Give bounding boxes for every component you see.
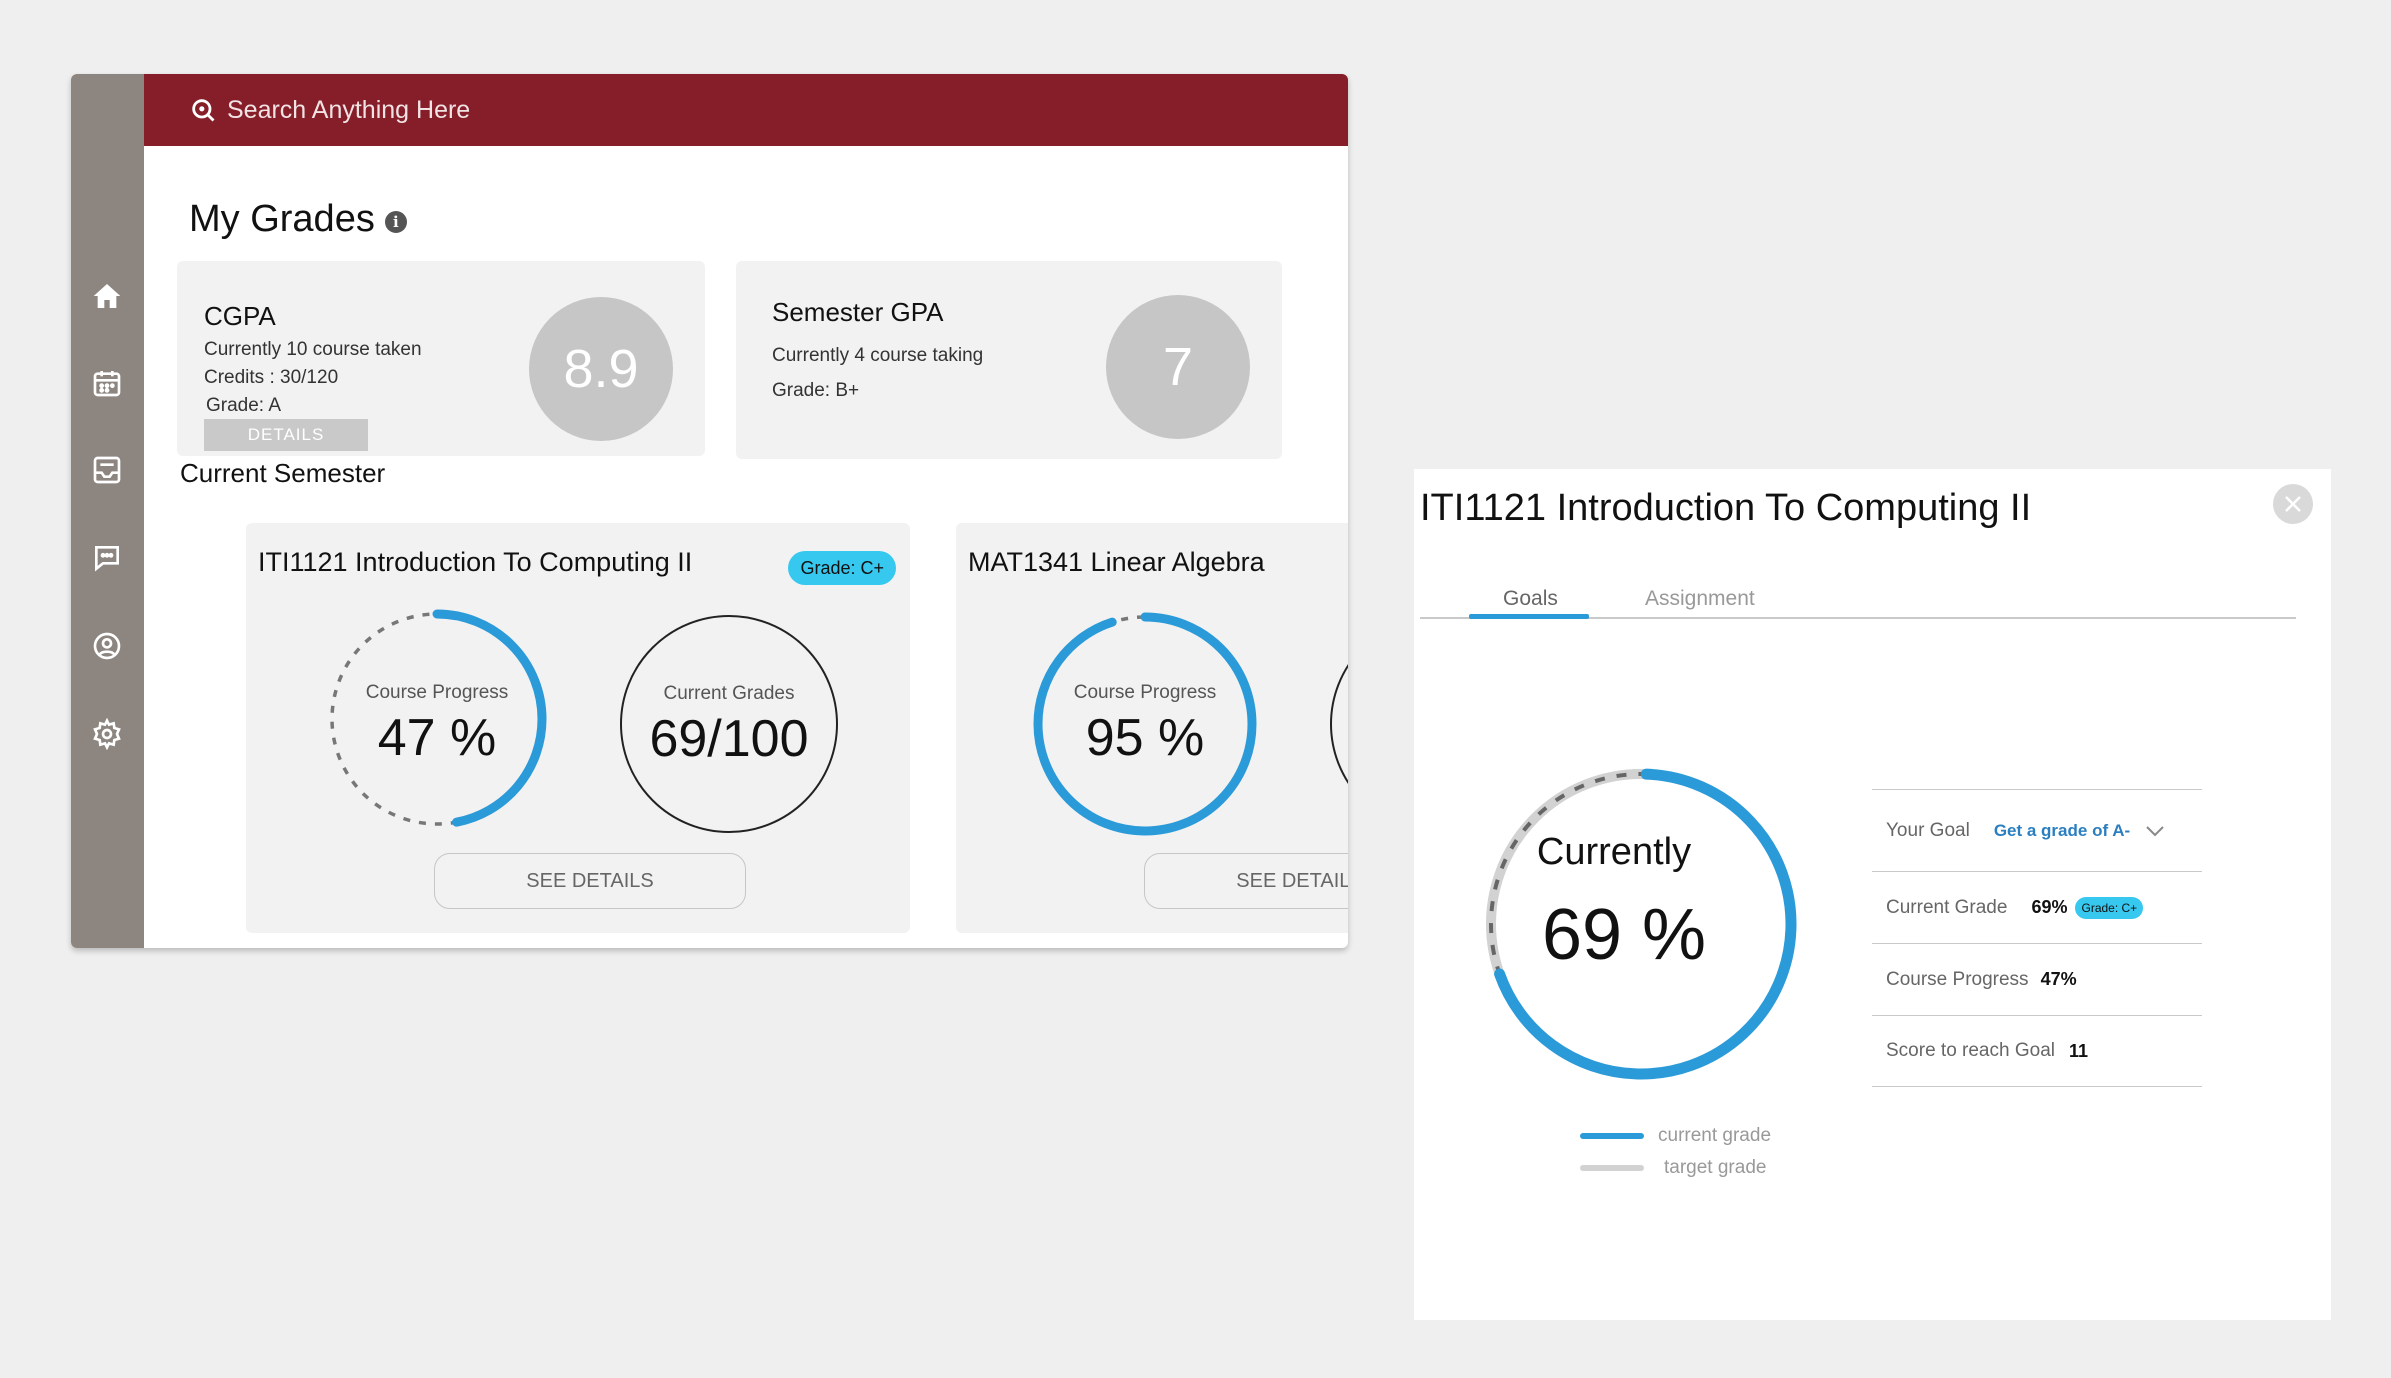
legend-target-label: target grade — [1664, 1157, 1767, 1178]
current-grade-label: Current Grade — [1886, 896, 2008, 918]
ring-label: Currently — [1536, 831, 1692, 873]
search-input[interactable] — [227, 95, 727, 125]
course-card: ITI1121 Introduction To Computing II Gra… — [246, 523, 910, 933]
goal-label: Your Goal — [1886, 819, 1970, 841]
course-progress-value: 47 % — [377, 709, 497, 767]
grade-badge: Grade: C+ — [788, 551, 896, 585]
course-progress-label: Course Progress — [1073, 682, 1217, 703]
goal-dropdown[interactable]: Get a grade of A- — [1994, 821, 2130, 841]
grade-badge: Grade: C+ — [2075, 896, 2144, 919]
settings-icon[interactable] — [85, 712, 129, 756]
course-card: MAT1341 Linear Algebra Course Progress 9… — [956, 523, 1348, 933]
course-progress-ring: Course Progress 95 % — [1032, 611, 1258, 837]
close-icon — [2285, 496, 2301, 512]
search-bar[interactable] — [189, 88, 749, 132]
legend-target-grade: target grade — [1580, 1157, 1766, 1179]
tab-assignment[interactable]: Assignment — [1645, 587, 1755, 611]
top-bar — [144, 74, 1348, 146]
panel-title: ITI1121 Introduction To Computing II — [1420, 487, 2032, 529]
course-progress-row: Course Progress 47% — [1872, 943, 2202, 1015]
score-to-goal-value: 11 — [2068, 1040, 2089, 1061]
chat-icon[interactable] — [85, 536, 129, 580]
current-grades-ring: Current Grades 69/100 — [618, 613, 840, 835]
course-progress-label: Course Progress — [365, 682, 509, 703]
current-grade-row: Current Grade 69% Grade: C+ — [1872, 871, 2202, 943]
see-details-button[interactable]: SEE DETAILS — [434, 853, 746, 909]
main-content: My Grades i CGPA Currently 10 course tak… — [144, 146, 1348, 948]
legend-current-label: current grade — [1658, 1125, 1772, 1146]
sidebar — [71, 74, 144, 948]
inbox-icon[interactable] — [85, 448, 129, 492]
ring-value: 69 % — [1541, 895, 1707, 975]
profile-icon[interactable] — [85, 624, 129, 668]
goal-row: Your Goal Get a grade of A- — [1872, 789, 2202, 871]
score-to-goal-label: Score to reach Goal — [1886, 1040, 2055, 1061]
tab-goals[interactable]: Goals — [1503, 587, 1558, 611]
current-grade-value: 69% — [2031, 897, 2068, 917]
score-to-goal-row: Score to reach Goal 11 — [1872, 1015, 2202, 1087]
current-grades-value: 69/100 — [649, 710, 809, 768]
calendar-icon[interactable] — [85, 361, 129, 405]
course-progress-value: 95 % — [1085, 709, 1205, 767]
course-name: ITI1121 Introduction To Computing II — [258, 547, 693, 577]
course-progress-label: Course Progress — [1886, 968, 2029, 990]
grades-app-window: My Grades i CGPA Currently 10 course tak… — [71, 74, 1348, 948]
search-icon — [192, 99, 215, 122]
course-progress-value: 47% — [2040, 969, 2077, 989]
chevron-down-icon[interactable] — [2144, 824, 2166, 838]
course-name: MAT1341 Linear Algebra — [968, 547, 1265, 577]
active-tab-indicator — [1469, 614, 1589, 619]
home-icon[interactable] — [85, 274, 129, 318]
see-details-button[interactable]: SEE DETAILS — [1144, 853, 1348, 909]
legend-swatch-current — [1580, 1133, 1644, 1139]
course-detail-panel: ITI1121 Introduction To Computing II Goa… — [1414, 469, 2331, 1320]
course-carousel: ITI1121 Introduction To Computing II Gra… — [144, 146, 1348, 948]
legend-current-grade: current grade — [1580, 1125, 1771, 1147]
goal-info-table: Your Goal Get a grade of A- Current Grad… — [1872, 789, 2202, 1087]
close-button[interactable] — [2273, 484, 2313, 524]
current-grades-ring: C 8 — [1328, 613, 1348, 835]
course-progress-ring: Course Progress 47 % — [326, 608, 548, 830]
current-grades-label: Current Grades — [663, 683, 795, 704]
legend-swatch-target — [1580, 1165, 1644, 1171]
